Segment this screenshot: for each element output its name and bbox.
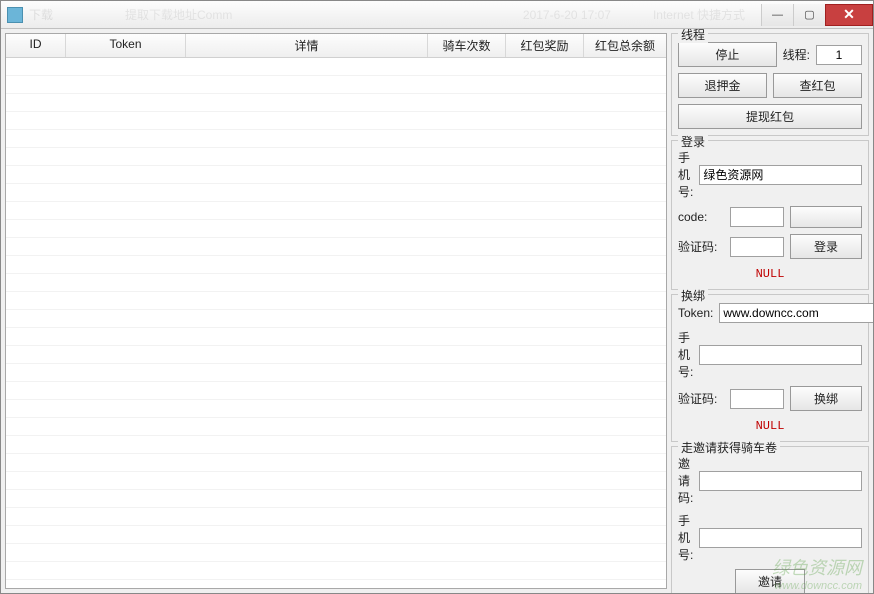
titlebar: 下载 提取下载地址Comm 2017-6-20 17:07 Internet 快… [1,1,873,29]
rebind-button[interactable]: 换绑 [790,386,862,411]
rebind-token-input[interactable] [719,303,873,323]
invite-button[interactable]: 邀请 [735,569,805,593]
invite-phone-label: 手机号: [678,512,693,563]
rebind-status: NULL [678,417,862,435]
login-status: NULL [678,265,862,283]
rebind-group-title: 换绑 [678,287,708,304]
rebind-token-label: Token: [678,306,713,320]
title-faded-2: 提取下载地址Comm [125,6,232,23]
rebind-phone-label: 手机号: [678,329,693,380]
login-group-title: 登录 [678,133,708,150]
get-code-button[interactable] [790,206,862,228]
title-faded-4: Internet 快捷方式 [653,6,745,23]
close-button[interactable]: ✕ [825,4,873,26]
title-faded-1: 下载 [29,6,53,23]
invite-code-input[interactable] [699,471,862,491]
maximize-button[interactable]: ▢ [793,4,825,26]
login-captcha-label: 验证码: [678,238,724,255]
col-id[interactable]: ID [6,34,66,57]
login-button[interactable]: 登录 [790,234,862,259]
withdraw-button[interactable]: 提现红包 [678,104,862,129]
login-code-input[interactable] [730,207,784,227]
app-icon [7,7,23,23]
rebind-captcha-label: 验证码: [678,390,724,407]
stop-button[interactable]: 停止 [678,42,777,67]
col-token[interactable]: Token [66,34,186,57]
rebind-captcha-input[interactable] [730,389,784,409]
table-header: ID Token 详情 骑车次数 红包奖励 红包总余额 [6,34,666,58]
control-panel: 线程 停止 线程: 退押金 查红包 提现红包 登录 手机号: [671,33,869,589]
data-table: ID Token 详情 骑车次数 红包奖励 红包总余额 [5,33,667,589]
check-redpack-button[interactable]: 查红包 [773,73,862,98]
invite-phone-input[interactable] [699,528,862,548]
col-balance[interactable]: 红包总余额 [584,34,666,57]
thread-count-input[interactable] [816,45,862,65]
login-code-label: code: [678,210,724,224]
rebind-group: 换绑 Token: 手机号: 验证码: 换绑 NULL [671,294,869,442]
minimize-button[interactable]: — [761,4,793,26]
thread-group: 线程 停止 线程: 退押金 查红包 提现红包 [671,33,869,136]
col-rides[interactable]: 骑车次数 [428,34,506,57]
login-captcha-input[interactable] [730,237,784,257]
thread-group-title: 线程 [678,29,708,43]
invite-code-label: 邀请码: [678,455,693,506]
rebind-phone-input[interactable] [699,345,862,365]
login-phone-input[interactable] [699,165,862,185]
title-faded-3: 2017-6-20 17:07 [523,8,611,22]
app-window: 下载 提取下载地址Comm 2017-6-20 17:07 Internet 快… [0,0,874,594]
col-detail[interactable]: 详情 [186,34,428,57]
invite-group: 走邀请获得骑车卷 邀请码: 手机号: 邀请 [671,446,869,593]
thread-count-label: 线程: [783,46,810,63]
invite-group-title: 走邀请获得骑车卷 [678,439,780,456]
col-reward[interactable]: 红包奖励 [506,34,584,57]
table-body[interactable] [6,58,666,593]
login-phone-label: 手机号: [678,149,693,200]
login-group: 登录 手机号: code: 验证码: 登录 NULL [671,140,869,290]
refund-button[interactable]: 退押金 [678,73,767,98]
